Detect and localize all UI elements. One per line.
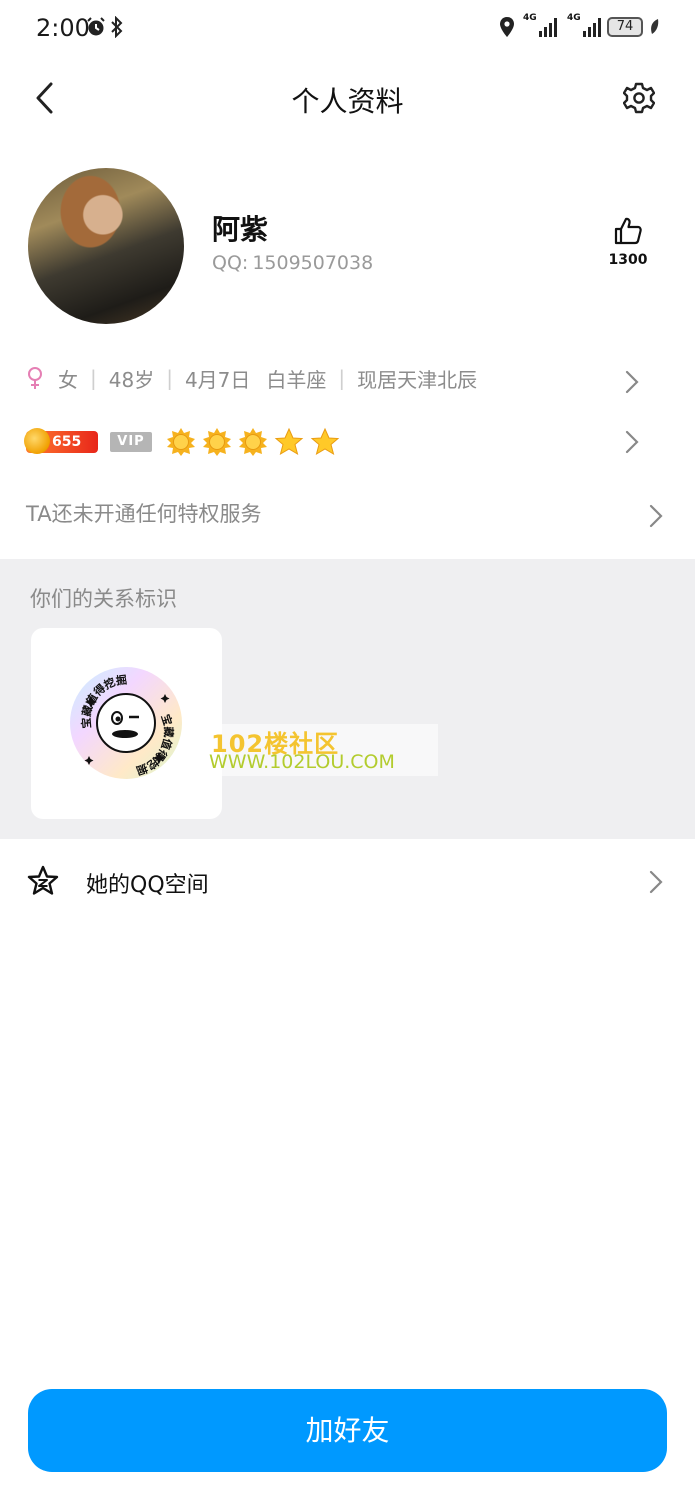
like-button[interactable]: 1300 [604,216,652,268]
status-time: 2:00 [36,14,90,42]
network-type-1: 4G [523,13,537,23]
battery-indicator: 74 [607,17,643,37]
divider: | [90,366,97,390]
alarm-icon [87,17,105,36]
relationship-section: 你们的关系标识 宝藏值得挖掘 宝藏值得挖掘 [0,559,695,839]
relationship-card[interactable]: 宝藏值得挖掘 宝藏值得挖掘 [31,628,222,819]
vip-badge: VIP [110,432,152,452]
coin-icon [24,428,50,454]
qq-number: 1509507038 [252,252,374,274]
sun-icon [203,428,231,456]
qzone-label: 她的QQ空间 [86,873,209,898]
qzone-row[interactable]: 她的QQ空间 [0,840,695,922]
status-bar: 2:00 4G 4G 74 [0,0,695,56]
bluetooth-icon [111,16,123,38]
star-icon [310,427,340,456]
zodiac-text: 白羊座 [266,367,327,392]
nav-bar: 个人资料 [0,56,695,140]
location-icon [500,17,514,37]
gender-text: 女 [58,367,78,392]
like-count: 1300 [608,252,648,268]
divider: | [338,366,346,390]
sun-icon [239,428,267,456]
level-icons [166,427,340,457]
qzone-star-icon [27,865,59,895]
cellular-signal-2-icon: 4G [567,13,601,37]
settings-button[interactable] [619,78,659,118]
status-left-icons [86,16,124,38]
level-badges-row[interactable]: 655 VIP [24,424,671,460]
treasure-seal-icon: 宝藏值得挖掘 宝藏值得挖掘 [70,667,182,779]
birthday-text: 4月7日 [184,367,251,392]
level-number: 655 [52,434,82,450]
chevron-right-icon [625,370,639,394]
page-title: 个人资料 [291,85,404,118]
privilege-row[interactable]: TA还未开通任何特权服务 [26,498,671,532]
chevron-right-icon [649,504,663,528]
chevron-right-icon [625,430,639,454]
watermark: 102楼社区 WWW.102LOU.COM [205,724,438,776]
chevron-right-icon [649,870,663,894]
network-type-2: 4G [567,13,581,23]
qq-number-line: QQ: 1509507038 [212,252,373,274]
location-text: 现居天津北辰 [357,367,478,392]
age-text: 48岁 [108,367,155,392]
cellular-signal-1-icon: 4G [523,13,557,37]
basic-info-row[interactable]: 女 | 48岁 | 4月7日 白羊座 | 现居天津北辰 [26,362,671,394]
status-right: 4G 4G 74 [499,13,659,38]
add-friend-button[interactable]: 加好友 [28,1389,667,1472]
divider: | [166,366,173,390]
female-icon [28,367,42,389]
thumbs-up-icon [614,217,642,245]
leaf-icon [651,19,659,34]
gear-icon [623,82,655,114]
watermark-url: WWW.102LOU.COM [209,751,395,773]
privilege-text: TA还未开通任何特权服务 [26,502,262,526]
qq-label: QQ: [212,252,249,274]
nickname: 阿紫 [212,213,269,246]
relationship-title: 你们的关系标识 [30,587,177,611]
sun-icon [167,428,195,456]
avatar[interactable] [28,168,184,324]
qq-level-badge: 655 [24,428,98,454]
star-icon [274,427,304,456]
